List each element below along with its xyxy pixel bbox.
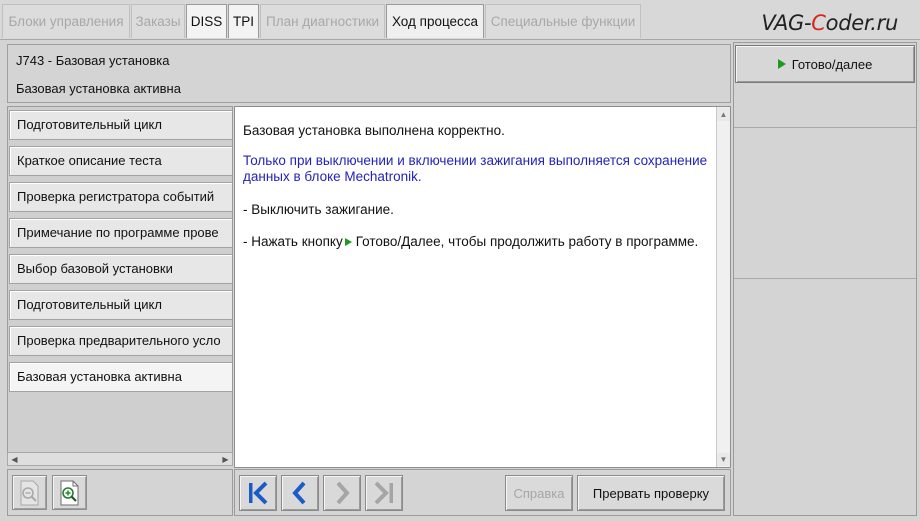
tab-special-functions[interactable]: Специальные функции bbox=[485, 4, 641, 38]
previous-step-icon bbox=[292, 481, 306, 505]
previous-step-button[interactable] bbox=[281, 475, 319, 511]
next-step-icon bbox=[336, 481, 350, 505]
right-panel: Готово/далее bbox=[733, 42, 917, 516]
step-item[interactable]: Примечание по программе прове bbox=[9, 218, 232, 248]
message-instruction-ignition: - Выключить зажигание. bbox=[243, 202, 394, 217]
abort-test-button[interactable]: Прервать проверку bbox=[577, 475, 725, 511]
divider bbox=[734, 278, 916, 279]
zoom-toolbar bbox=[7, 469, 233, 516]
page-title: J743 - Базовая установка bbox=[16, 53, 170, 68]
tab-orders[interactable]: Заказы bbox=[131, 4, 185, 38]
step-item[interactable]: Проверка регистратора событий bbox=[9, 182, 232, 212]
zoom-out-icon bbox=[20, 480, 38, 505]
brand-watermark: VAG-Coder.ru bbox=[761, 11, 898, 35]
play-icon bbox=[344, 237, 352, 246]
tab-control-units[interactable]: Блоки управления bbox=[2, 4, 130, 38]
step-item[interactable]: Выбор базовой установки bbox=[9, 254, 232, 284]
help-button[interactable]: Справка bbox=[505, 475, 573, 511]
tab-bar: Блоки управления Заказы DISS TPI План ди… bbox=[0, 0, 920, 40]
step-item[interactable]: Проверка предварительного усло bbox=[9, 326, 232, 356]
next-step-button[interactable] bbox=[323, 475, 361, 511]
tab-process[interactable]: Ход процесса bbox=[386, 4, 484, 38]
next-button[interactable]: Готово/далее bbox=[735, 45, 915, 83]
header-panel: J743 - Базовая установка Базовая установ… bbox=[7, 44, 731, 103]
scroll-up-icon[interactable]: ▲ bbox=[717, 108, 730, 121]
tab-diagnostic-plan[interactable]: План диагностики bbox=[260, 4, 385, 38]
step-item[interactable]: Подготовительный цикл bbox=[9, 110, 232, 140]
step-item-current[interactable]: Базовая установка активна bbox=[9, 362, 232, 392]
divider bbox=[734, 127, 916, 128]
step-item[interactable]: Краткое описание теста bbox=[9, 146, 232, 176]
last-step-button[interactable] bbox=[365, 475, 403, 511]
navigation-toolbar: Справка Прервать проверку bbox=[234, 469, 731, 516]
next-button-label: Готово/далее bbox=[791, 56, 873, 72]
message-instruction-continue: - Нажать кнопку Готово/Далее, чтобы продо… bbox=[243, 234, 699, 249]
message-note: Только при выключении и включении зажига… bbox=[243, 153, 708, 184]
scroll-right-icon[interactable]: ▶ bbox=[219, 453, 232, 465]
first-step-button[interactable] bbox=[239, 475, 277, 511]
tab-diss[interactable]: DISS bbox=[186, 4, 227, 38]
vertical-scrollbar[interactable]: ▲ ▼ bbox=[716, 107, 730, 467]
message-success: Базовая установка выполнена корректно. bbox=[243, 123, 505, 138]
step-list: Подготовительный цикл Краткое описание т… bbox=[7, 106, 233, 466]
zoom-in-icon bbox=[60, 480, 78, 505]
horizontal-scrollbar[interactable]: ◀ ▶ bbox=[7, 452, 233, 466]
zoom-out-button[interactable] bbox=[12, 475, 47, 510]
last-step-icon bbox=[374, 481, 393, 505]
zoom-in-button[interactable] bbox=[52, 475, 87, 510]
tab-tpi[interactable]: TPI bbox=[228, 4, 259, 38]
play-icon bbox=[777, 59, 786, 69]
page-subtitle: Базовая установка активна bbox=[16, 81, 181, 96]
content-panel: Базовая установка выполнена корректно. Т… bbox=[234, 106, 731, 468]
scroll-down-icon[interactable]: ▼ bbox=[717, 453, 730, 466]
scroll-left-icon[interactable]: ◀ bbox=[8, 453, 21, 465]
step-item[interactable]: Подготовительный цикл bbox=[9, 290, 232, 320]
first-step-icon bbox=[249, 481, 268, 505]
